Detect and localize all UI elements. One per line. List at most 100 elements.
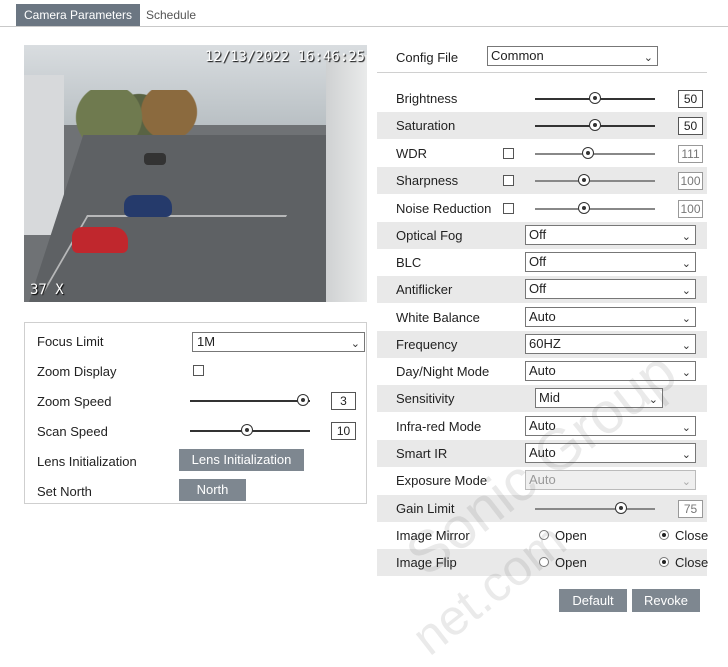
exposure-mode-label: Exposure Mode bbox=[396, 473, 488, 488]
infrared-mode-row: Infra-red Mode Auto ⌄ bbox=[377, 413, 707, 440]
scan-speed-value[interactable]: 10 bbox=[331, 422, 356, 440]
exposure-mode-select[interactable]: Auto ⌄ bbox=[525, 470, 696, 490]
chevron-down-icon: ⌄ bbox=[681, 449, 691, 461]
brightness-value[interactable]: 50 bbox=[678, 90, 703, 108]
optical-fog-label: Optical Fog bbox=[396, 228, 463, 243]
antiflicker-label: Antiflicker bbox=[396, 282, 453, 297]
zoom-speed-slider-track[interactable] bbox=[190, 400, 310, 402]
infrared-mode-value: Auto bbox=[529, 418, 556, 433]
wdr-slider-handle[interactable] bbox=[582, 147, 594, 159]
blc-row: BLC Off ⌄ bbox=[377, 249, 707, 276]
zoom-display-label: Zoom Display bbox=[37, 364, 117, 379]
smart-ir-value: Auto bbox=[529, 445, 556, 460]
frequency-select[interactable]: 60HZ ⌄ bbox=[525, 334, 696, 354]
exposure-mode-row: Exposure Mode Auto ⌄ bbox=[377, 467, 707, 494]
wdr-checkbox[interactable] bbox=[503, 148, 514, 159]
sensitivity-select[interactable]: Mid ⌄ bbox=[535, 388, 663, 408]
image-mirror-close-label: Close bbox=[675, 528, 709, 543]
saturation-value[interactable]: 50 bbox=[678, 117, 703, 135]
optical-fog-value: Off bbox=[529, 227, 547, 242]
day-night-value: Auto bbox=[529, 363, 556, 378]
tab-schedule[interactable]: Schedule bbox=[138, 4, 204, 26]
white-balance-select[interactable]: Auto ⌄ bbox=[525, 307, 696, 327]
image-flip-close-radio[interactable] bbox=[659, 557, 669, 567]
blc-label: BLC bbox=[396, 255, 422, 270]
chevron-down-icon: ⌄ bbox=[681, 313, 691, 325]
noise-reduction-value[interactable]: 100 bbox=[678, 200, 703, 218]
saturation-label: Saturation bbox=[396, 118, 456, 133]
optical-fog-row: Optical Fog Off ⌄ bbox=[377, 222, 707, 249]
image-flip-open-label: Open bbox=[555, 555, 587, 570]
wdr-value[interactable]: 111 bbox=[678, 145, 703, 163]
noise-reduction-slider-track[interactable] bbox=[535, 208, 655, 210]
tab-camera-parameters[interactable]: Camera Parameters bbox=[16, 4, 141, 26]
sharpness-slider-track[interactable] bbox=[535, 180, 655, 182]
chevron-down-icon: ⌄ bbox=[648, 394, 658, 406]
chevron-down-icon: ⌄ bbox=[681, 231, 691, 243]
video-zoom-readout: 37 X bbox=[30, 282, 64, 298]
wdr-slider-track[interactable] bbox=[535, 153, 655, 155]
brightness-label: Brightness bbox=[396, 91, 458, 106]
sensitivity-label: Sensitivity bbox=[396, 391, 455, 406]
sensitivity-value: Mid bbox=[539, 390, 560, 405]
lens-init-row: Lens Initialization Lens Initialization bbox=[37, 446, 367, 476]
image-mirror-close-radio[interactable] bbox=[659, 530, 669, 540]
image-flip-close-label: Close bbox=[675, 555, 709, 570]
image-mirror-label: Image Mirror bbox=[396, 528, 470, 543]
infrared-mode-select[interactable]: Auto ⌄ bbox=[525, 416, 696, 436]
sharpness-checkbox[interactable] bbox=[503, 175, 514, 186]
video-red-car bbox=[72, 227, 128, 253]
noise-reduction-slider-handle[interactable] bbox=[578, 202, 590, 214]
gain-limit-slider-track[interactable] bbox=[535, 508, 655, 510]
config-file-select[interactable]: Common ⌄ bbox=[487, 46, 658, 66]
smart-ir-row: Smart IR Auto ⌄ bbox=[377, 440, 707, 467]
wdr-label: WDR bbox=[396, 146, 428, 161]
sharpness-slider-handle[interactable] bbox=[578, 174, 590, 186]
chevron-down-icon: ⌄ bbox=[681, 340, 691, 352]
frequency-label: Frequency bbox=[396, 337, 458, 352]
chevron-down-icon: ⌄ bbox=[350, 338, 360, 350]
brightness-row: Brightness 50 bbox=[377, 85, 707, 112]
zoom-speed-row: Zoom Speed 3 bbox=[37, 386, 367, 416]
default-button[interactable]: Default bbox=[559, 589, 627, 612]
smart-ir-select[interactable]: Auto ⌄ bbox=[525, 443, 696, 463]
frequency-value: 60HZ bbox=[529, 336, 561, 351]
gain-limit-label: Gain Limit bbox=[396, 501, 455, 516]
video-building-right bbox=[326, 55, 367, 302]
zoom-speed-slider-handle[interactable] bbox=[297, 394, 309, 406]
brightness-slider-handle[interactable] bbox=[589, 92, 601, 104]
infrared-mode-label: Infra-red Mode bbox=[396, 419, 482, 434]
scan-speed-slider-handle[interactable] bbox=[241, 424, 253, 436]
noise-reduction-checkbox[interactable] bbox=[503, 203, 514, 214]
revoke-button[interactable]: Revoke bbox=[632, 589, 700, 612]
gain-limit-slider-handle[interactable] bbox=[615, 502, 627, 514]
exposure-mode-value: Auto bbox=[529, 472, 556, 487]
sharpness-value[interactable]: 100 bbox=[678, 172, 703, 190]
chevron-down-icon: ⌄ bbox=[681, 285, 691, 297]
zoom-display-row: Zoom Display bbox=[37, 356, 367, 386]
lens-initialization-button[interactable]: Lens Initialization bbox=[179, 449, 304, 471]
chevron-down-icon: ⌄ bbox=[681, 476, 691, 488]
image-mirror-open-radio[interactable] bbox=[539, 530, 549, 540]
day-night-row: Day/Night Mode Auto ⌄ bbox=[377, 358, 707, 385]
gain-limit-value[interactable]: 75 bbox=[678, 500, 703, 518]
focus-limit-select[interactable]: 1M ⌄ bbox=[192, 332, 365, 352]
saturation-row: Saturation 50 bbox=[377, 112, 707, 139]
zoom-display-checkbox[interactable] bbox=[193, 365, 204, 376]
blc-select[interactable]: Off ⌄ bbox=[525, 252, 696, 272]
config-file-value: Common bbox=[491, 48, 544, 63]
live-video-preview[interactable]: 12/13/2022 16:46:25 37 X bbox=[24, 45, 367, 302]
saturation-slider-handle[interactable] bbox=[589, 119, 601, 131]
focus-limit-row: Focus Limit 1M ⌄ bbox=[37, 326, 367, 356]
sharpness-row: Sharpness 100 bbox=[377, 167, 707, 194]
zoom-speed-value[interactable]: 3 bbox=[331, 392, 356, 410]
white-balance-label: White Balance bbox=[396, 310, 480, 325]
image-flip-open-radio[interactable] bbox=[539, 557, 549, 567]
optical-fog-select[interactable]: Off ⌄ bbox=[525, 225, 696, 245]
image-mirror-row: Image Mirror Open Close bbox=[377, 522, 709, 549]
antiflicker-select[interactable]: Off ⌄ bbox=[525, 279, 696, 299]
north-button[interactable]: North bbox=[179, 479, 246, 501]
chevron-down-icon: ⌄ bbox=[681, 367, 691, 379]
day-night-label: Day/Night Mode bbox=[396, 364, 490, 379]
day-night-select[interactable]: Auto ⌄ bbox=[525, 361, 696, 381]
